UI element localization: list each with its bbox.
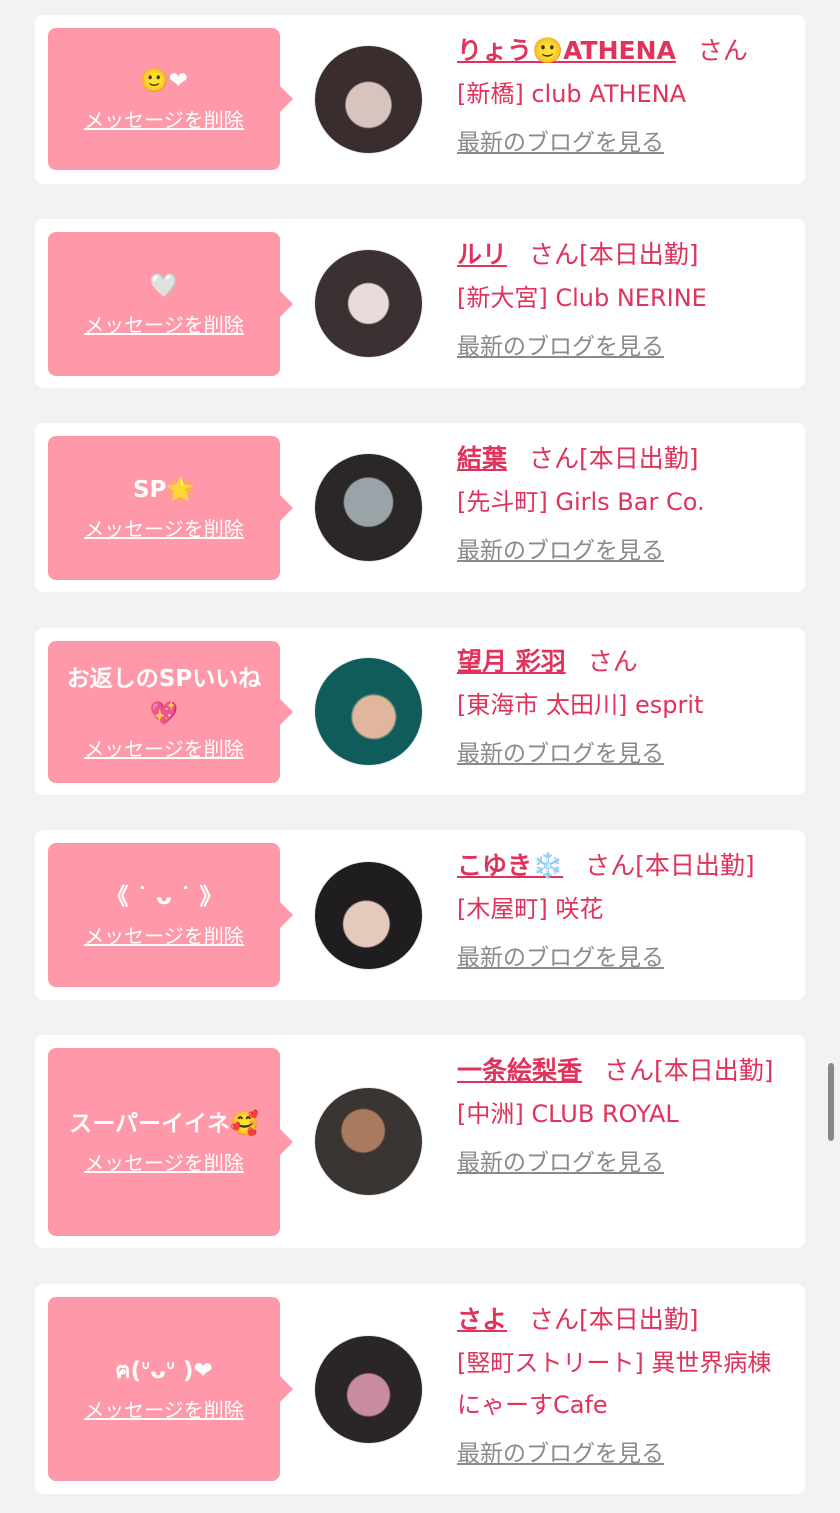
message-card: SP🌟 メッセージを削除 結葉 さん[本日出勤] [先斗町] Girls Bar … xyxy=(35,423,805,592)
avatar[interactable] xyxy=(315,1088,422,1195)
honorific: さん xyxy=(529,1305,580,1334)
status-text: [本日出勤] xyxy=(579,240,699,269)
latest-blog-link[interactable]: 最新のブログを見る xyxy=(457,1143,664,1183)
honorific: さん xyxy=(697,36,748,65)
delete-message-link[interactable]: メッセージを削除 xyxy=(84,920,244,949)
latest-blog-link[interactable]: 最新のブログを見る xyxy=(457,938,664,978)
message-card: スーパーイイネ🥰 メッセージを削除 一条絵梨香 さん[本日出勤] [中洲] CLU… xyxy=(35,1035,805,1248)
avatar[interactable] xyxy=(315,454,422,561)
shop-name: [東海市 太田川] esprit xyxy=(457,691,704,719)
message-text: ฅ(ᐡᴗᐡ )❤ xyxy=(115,1357,213,1384)
latest-blog-link[interactable]: 最新のブログを見る xyxy=(457,734,664,774)
latest-blog-link[interactable]: 最新のブログを見る xyxy=(457,327,664,367)
message-bubble: お返しのSPいいね💖 メッセージを削除 xyxy=(48,641,293,783)
honorific: さん xyxy=(585,851,636,880)
message-bubble: SP🌟 メッセージを削除 xyxy=(48,436,293,580)
message-card: 《 ˙ ᴗ ˙ 》 メッセージを削除 こゆき❄️ さん[本日出勤] [木屋町] 咲… xyxy=(35,830,805,1000)
status-text: [本日出勤] xyxy=(579,1305,699,1334)
shop-name: [新橋] club ATHENA xyxy=(457,80,687,108)
latest-blog-link[interactable]: 最新のブログを見る xyxy=(457,123,664,163)
shop-name: [木屋町] 咲花 xyxy=(457,895,604,923)
message-text: スーパーイイネ🥰 xyxy=(69,1110,259,1137)
girl-name-link[interactable]: 望月 彩羽 xyxy=(457,647,566,676)
message-text: 🤍 xyxy=(149,272,179,299)
avatar[interactable] xyxy=(315,1336,422,1443)
honorific: さん xyxy=(604,1056,655,1085)
avatar[interactable] xyxy=(315,658,422,765)
shop-name: [竪町ストリート] 異世界病棟にゃーすCafe xyxy=(457,1349,772,1419)
delete-message-link[interactable]: メッセージを削除 xyxy=(84,309,244,338)
girl-name-link[interactable]: こゆき❄️ xyxy=(457,851,563,880)
avatar[interactable] xyxy=(315,250,422,357)
delete-message-link[interactable]: メッセージを削除 xyxy=(84,513,244,542)
girl-name-link[interactable]: 一条絵梨香 xyxy=(457,1056,582,1085)
message-card: ฅ(ᐡᴗᐡ )❤ メッセージを削除 さよ さん[本日出勤] [竪町ストリート] 異… xyxy=(35,1284,805,1494)
latest-blog-link[interactable]: 最新のブログを見る xyxy=(457,531,664,571)
shop-name: [先斗町] Girls Bar Co. xyxy=(457,488,705,516)
message-text: 《 ˙ ᴗ ˙ 》 xyxy=(105,883,223,910)
honorific: さん xyxy=(529,444,580,473)
avatar[interactable] xyxy=(315,862,422,969)
message-text: お返しのSPいいね💖 xyxy=(66,666,262,727)
shop-name: [中洲] CLUB ROYAL xyxy=(457,1100,679,1128)
delete-message-link[interactable]: メッセージを削除 xyxy=(84,1394,244,1423)
status-text: [本日出勤] xyxy=(635,851,755,880)
status-text: [本日出勤] xyxy=(654,1056,774,1085)
message-card: 🤍 メッセージを削除 ルリ さん[本日出勤] [新大宮] Club NERINE … xyxy=(35,219,805,388)
honorific: さん xyxy=(587,647,638,676)
message-bubble: 《 ˙ ᴗ ˙ 》 メッセージを削除 xyxy=(48,843,293,987)
scrollbar[interactable] xyxy=(828,1063,834,1141)
message-bubble: 🙂❤ メッセージを削除 xyxy=(48,28,293,170)
latest-blog-link[interactable]: 最新のブログを見る xyxy=(457,1434,664,1474)
delete-message-link[interactable]: メッセージを削除 xyxy=(84,733,244,762)
honorific: さん xyxy=(529,240,580,269)
shop-name: [新大宮] Club NERINE xyxy=(457,284,707,312)
message-text: SP🌟 xyxy=(132,476,196,503)
message-bubble: ฅ(ᐡᴗᐡ )❤ メッセージを削除 xyxy=(48,1297,293,1481)
avatar[interactable] xyxy=(315,46,422,153)
message-bubble: スーパーイイネ🥰 メッセージを削除 xyxy=(48,1048,293,1236)
message-bubble: 🤍 メッセージを削除 xyxy=(48,232,293,376)
girl-name-link[interactable]: 結葉 xyxy=(457,444,507,473)
girl-name-link[interactable]: さよ xyxy=(457,1305,507,1334)
delete-message-link[interactable]: メッセージを削除 xyxy=(84,1147,244,1176)
message-card: お返しのSPいいね💖 メッセージを削除 望月 彩羽 さん [東海市 太田川] es… xyxy=(35,628,805,795)
message-text: 🙂❤ xyxy=(140,67,188,94)
status-text: [本日出勤] xyxy=(579,444,699,473)
girl-name-link[interactable]: ルリ xyxy=(457,240,507,269)
delete-message-link[interactable]: メッセージを削除 xyxy=(84,104,244,133)
girl-name-link[interactable]: りょう🙂ATHENA xyxy=(457,36,676,65)
message-card: 🙂❤ メッセージを削除 りょう🙂ATHENA さん [新橋] club ATHEN… xyxy=(35,15,805,184)
